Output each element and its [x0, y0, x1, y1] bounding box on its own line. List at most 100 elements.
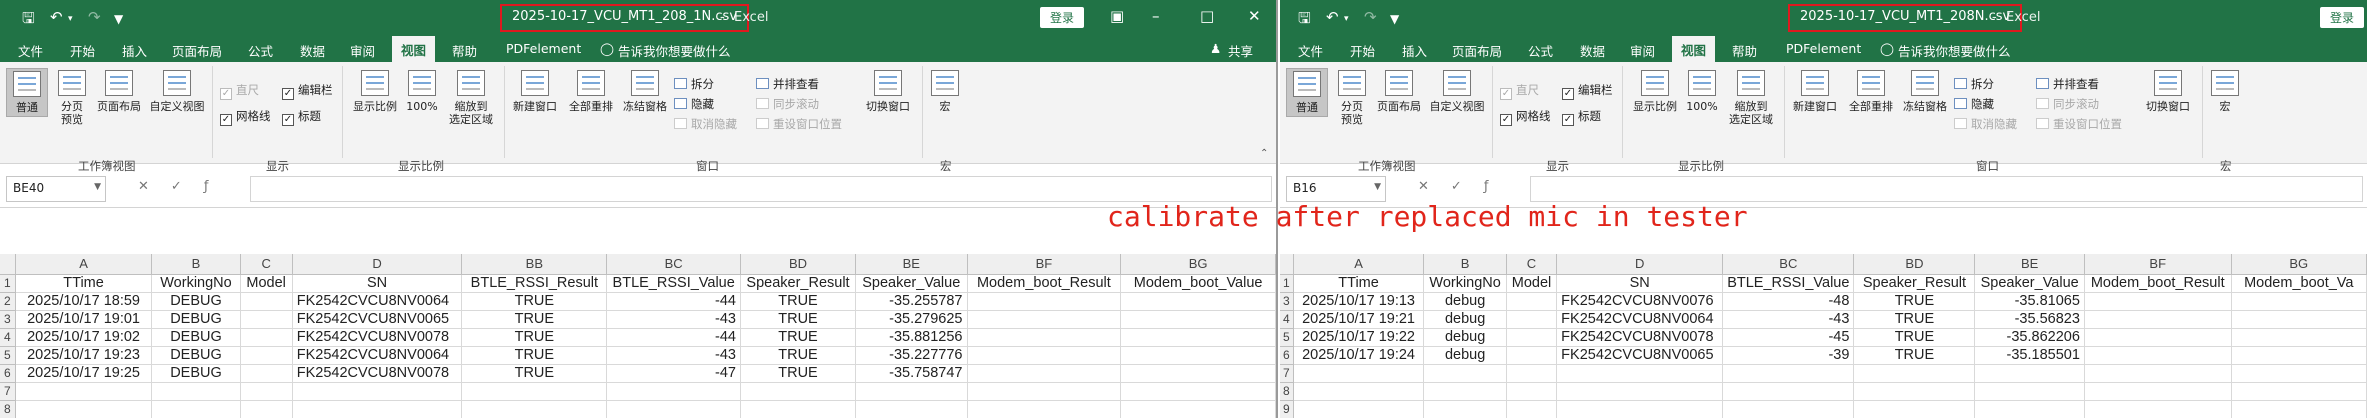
arrange-all-button[interactable]: 全部重排	[1844, 70, 1898, 113]
minimize-icon[interactable]: –	[1152, 7, 1160, 25]
name-box[interactable]: BE40 ▼	[6, 176, 106, 202]
row-header[interactable]: 1	[1280, 274, 1294, 293]
table-cell[interactable]	[151, 382, 241, 401]
unhide-button[interactable]: 取消隐藏	[1954, 116, 2017, 132]
table-cell[interactable]	[1722, 382, 1855, 401]
table-cell[interactable]: FK2542CVCU8NV0078	[292, 364, 463, 383]
column-header[interactable]: A	[15, 254, 153, 275]
table-cell[interactable]	[1556, 364, 1724, 383]
tab-home[interactable]: 开始	[1350, 41, 1375, 60]
table-cell[interactable]	[1120, 364, 1276, 383]
zoom-to-selection-button[interactable]: 缩放到 选定区域	[444, 70, 498, 126]
ribbon-display-icon[interactable]: ▣	[1110, 7, 1124, 25]
macros-button[interactable]: 宏	[2208, 70, 2242, 113]
synchronous-scrolling-button[interactable]: 同步滚动	[756, 96, 819, 112]
table-cell[interactable]: TRUE	[740, 328, 857, 347]
column-header[interactable]: A	[1293, 254, 1425, 275]
ruler-checkbox[interactable]: ✓ 直尺	[220, 82, 259, 100]
page-layout-button[interactable]: 页面布局	[92, 70, 146, 113]
gridlines-checkbox[interactable]: ✓ 网格线	[220, 108, 271, 126]
table-cell[interactable]: Speaker_Result	[1853, 274, 1976, 293]
tab-review[interactable]: 审阅	[350, 41, 375, 60]
table-cell[interactable]: 2025/10/17 19:24	[1293, 346, 1425, 365]
page-break-preview-button[interactable]: 分页 预览	[1332, 70, 1372, 126]
table-cell[interactable]: WorkingNo	[1423, 274, 1507, 293]
table-cell[interactable]: 2025/10/17 19:21	[1293, 310, 1425, 329]
table-cell[interactable]	[292, 400, 463, 418]
column-header[interactable]: BF	[967, 254, 1122, 275]
row-header[interactable]: 6	[1280, 346, 1294, 365]
table-cell[interactable]: TRUE	[461, 310, 608, 329]
switch-windows-button[interactable]: 切换窗口	[860, 70, 916, 113]
table-cell[interactable]	[855, 400, 968, 418]
table-cell[interactable]	[1556, 400, 1724, 418]
zoom-button[interactable]: 显示比例	[350, 70, 400, 113]
row-header[interactable]: 3	[1280, 292, 1294, 311]
table-cell[interactable]	[461, 382, 608, 401]
formula-input[interactable]	[250, 176, 1272, 202]
row-header[interactable]: 5	[0, 346, 16, 365]
table-cell[interactable]: DEBUG	[151, 292, 241, 311]
table-cell[interactable]: BTLE_RSSI_Result	[461, 274, 608, 293]
row-header[interactable]: 4	[0, 328, 16, 347]
table-cell[interactable]: -35.758747	[855, 364, 968, 383]
macros-button[interactable]: 宏	[928, 70, 962, 113]
table-cell[interactable]: 2025/10/17 19:25	[15, 364, 153, 383]
save-icon[interactable]: 🖫	[1298, 8, 1311, 33]
freeze-panes-button[interactable]: 冻结窗格	[1898, 70, 1952, 113]
table-cell[interactable]: -44	[606, 328, 741, 347]
table-cell[interactable]	[740, 382, 857, 401]
tab-view[interactable]: 视图	[1672, 36, 1716, 62]
table-cell[interactable]	[1506, 400, 1558, 418]
table-cell[interactable]: FK2542CVCU8NV0078	[292, 328, 463, 347]
name-box[interactable]: B16 ▼	[1286, 176, 1386, 202]
enter-icon[interactable]: ✓	[1451, 179, 1484, 194]
table-cell[interactable]	[1293, 400, 1425, 418]
row-header[interactable]: 7	[1280, 364, 1294, 383]
table-cell[interactable]: WorkingNo	[151, 274, 241, 293]
table-cell[interactable]	[1506, 310, 1558, 329]
table-cell[interactable]	[2084, 292, 2232, 311]
row-header[interactable]: 5	[1280, 328, 1294, 347]
table-cell[interactable]: 2025/10/17 19:22	[1293, 328, 1425, 347]
table-cell[interactable]: -35.881256	[855, 328, 968, 347]
column-header[interactable]: D	[292, 254, 463, 275]
zoom-100-button[interactable]: 100%	[404, 70, 440, 113]
table-cell[interactable]: FK2542CVCU8NV0065	[1556, 346, 1724, 365]
table-cell[interactable]	[1853, 364, 1976, 383]
table-cell[interactable]: TRUE	[461, 328, 608, 347]
table-cell[interactable]: debug	[1423, 292, 1507, 311]
switch-windows-button[interactable]: 切换窗口	[2140, 70, 2196, 113]
custom-views-button[interactable]: 自定义视图	[1426, 70, 1488, 113]
split-button[interactable]: 拆分	[674, 76, 714, 92]
table-cell[interactable]: -48	[1722, 292, 1855, 311]
tab-page-layout[interactable]: 页面布局	[172, 41, 222, 60]
login-button[interactable]: 登录	[1040, 7, 1085, 28]
new-window-button[interactable]: 新建窗口	[1788, 70, 1842, 113]
tell-me-search[interactable]: 告诉我你想要做什么	[618, 41, 731, 60]
table-cell[interactable]: TRUE	[461, 292, 608, 311]
tab-page-layout[interactable]: 页面布局	[1452, 41, 1502, 60]
table-cell[interactable]	[967, 310, 1122, 329]
table-cell[interactable]	[2231, 400, 2367, 418]
table-cell[interactable]	[2231, 292, 2367, 311]
table-cell[interactable]: 2025/10/17 19:02	[15, 328, 153, 347]
row-header[interactable]: 6	[0, 364, 16, 383]
tab-file[interactable]: 文件	[18, 41, 43, 60]
table-cell[interactable]	[2084, 310, 2232, 329]
table-cell[interactable]: 2025/10/17 19:13	[1293, 292, 1425, 311]
table-cell[interactable]	[967, 328, 1122, 347]
table-cell[interactable]: DEBUG	[151, 328, 241, 347]
table-cell[interactable]: 2025/10/17 19:23	[15, 346, 153, 365]
table-cell[interactable]: Model	[1506, 274, 1558, 293]
table-cell[interactable]	[1974, 400, 2085, 418]
table-cell[interactable]	[2084, 346, 2232, 365]
column-header[interactable]: BB	[461, 254, 608, 275]
tab-formulas[interactable]: 公式	[1528, 41, 1553, 60]
zoom-100-button[interactable]: 100%	[1684, 70, 1720, 113]
table-cell[interactable]	[240, 400, 293, 418]
table-cell[interactable]	[1506, 292, 1558, 311]
normal-view-button[interactable]: 普通	[6, 68, 48, 117]
table-cell[interactable]: -35.255787	[855, 292, 968, 311]
row-header[interactable]: 8	[0, 400, 16, 418]
